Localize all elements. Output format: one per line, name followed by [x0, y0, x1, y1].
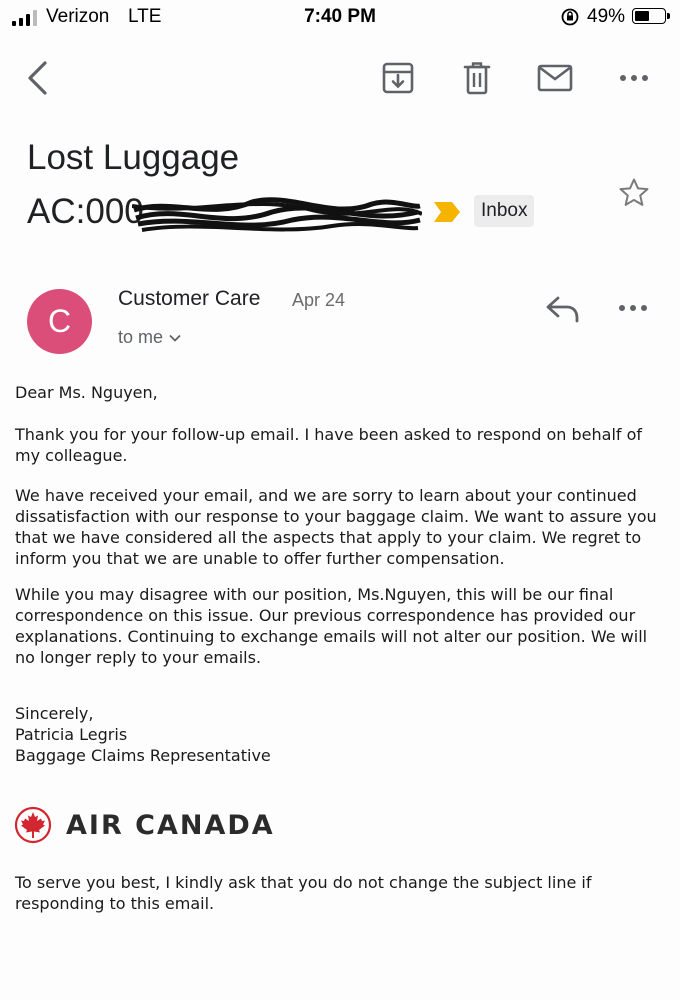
- message-more-icon[interactable]: [618, 304, 648, 312]
- footer-note: To serve you best, I kindly ask that you…: [15, 873, 592, 913]
- subject-code-prefix: AC:: [27, 192, 86, 231]
- important-marker-icon[interactable]: [432, 200, 462, 224]
- email-date: Apr 24: [292, 290, 346, 310]
- email-body: Dear Ms. Nguyen, Thank you for your foll…: [15, 382, 670, 766]
- closing: Sincerely,: [15, 704, 94, 723]
- star-icon[interactable]: [617, 176, 651, 210]
- signer-title: Baggage Claims Representative: [15, 746, 271, 765]
- label-chip-inbox[interactable]: Inbox: [474, 195, 535, 227]
- back-arrow-icon[interactable]: [17, 58, 57, 98]
- email-subject: Lost Luggage: [27, 138, 240, 177]
- chevron-down-icon: [169, 334, 181, 342]
- recipient-label: to me: [118, 327, 164, 347]
- recipient-details-toggle[interactable]: to me: [118, 327, 181, 348]
- avatar[interactable]: C: [27, 289, 92, 354]
- trash-icon[interactable]: [457, 58, 497, 98]
- body-paragraph: We have received your email, and we are …: [15, 486, 657, 568]
- body-paragraph: Thank you for your follow-up email. I ha…: [15, 425, 643, 465]
- rotation-lock-icon: [561, 8, 579, 26]
- archive-icon[interactable]: [378, 58, 418, 98]
- sender-name[interactable]: Customer Care: [118, 287, 260, 311]
- signer-name: Patricia Legris: [15, 725, 128, 744]
- email-subject-code: AC:000: [27, 192, 144, 231]
- maple-leaf-icon: [14, 806, 52, 844]
- status-bar: Verizon LTE 7:40 PM 49%: [0, 0, 680, 34]
- greeting: Dear Ms. Nguyen,: [15, 383, 158, 402]
- redaction-scribble: [132, 197, 422, 232]
- battery-percentage: 49%: [587, 6, 626, 27]
- more-horizontal-icon[interactable]: [614, 58, 654, 98]
- reply-icon[interactable]: [545, 294, 581, 324]
- company-name: AIR CANADA: [66, 809, 275, 841]
- mail-icon[interactable]: [535, 58, 575, 98]
- body-paragraph: While you may disagree with our position…: [15, 585, 648, 667]
- company-logo: AIR CANADA: [14, 806, 275, 844]
- battery-icon: [632, 8, 670, 24]
